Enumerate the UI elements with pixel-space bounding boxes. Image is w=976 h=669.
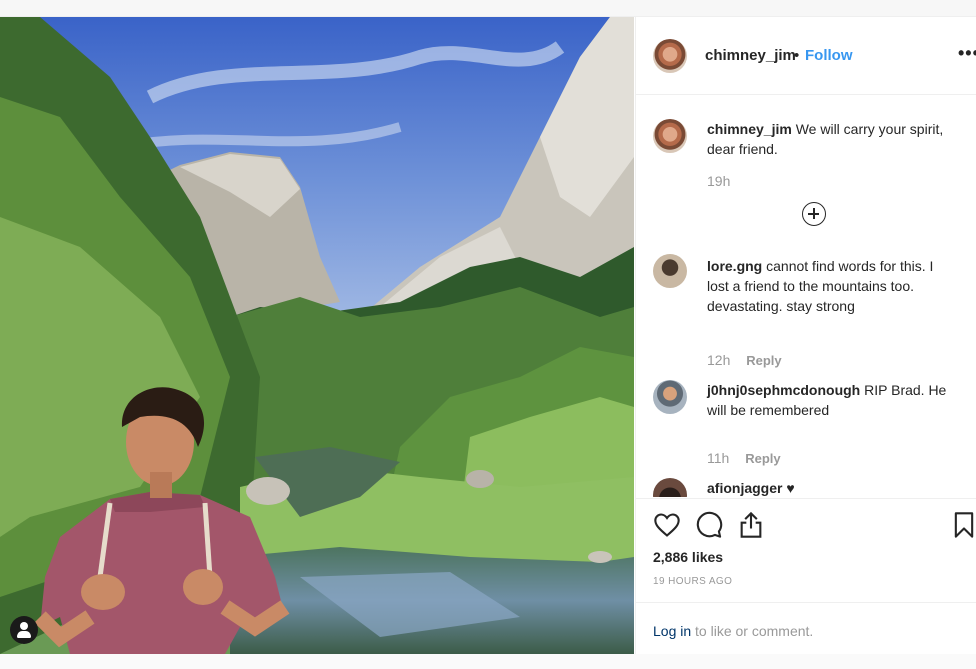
commenter-avatar[interactable]: [653, 119, 687, 153]
commenter-avatar[interactable]: [653, 478, 687, 497]
mountain-lake-scene: [0, 17, 634, 654]
likes-count[interactable]: 2,886 likes: [653, 549, 723, 565]
commenter-avatar[interactable]: [653, 380, 687, 414]
plus-circle-icon[interactable]: [802, 202, 826, 226]
comment-meta: 12h Reply: [707, 352, 782, 368]
more-options-icon[interactable]: •••: [958, 43, 976, 64]
comment-time: 11h: [707, 450, 730, 466]
post-actions: 2,886 likes 19 HOURS AGO: [636, 498, 976, 603]
login-text: Log in to like or comment.: [653, 623, 813, 639]
comment-body: ♥: [786, 480, 795, 496]
comment-time: 12h: [707, 352, 731, 368]
login-rest-text: to like or comment.: [691, 623, 814, 639]
comments-list: chimney_jim We will carry your spirit, d…: [636, 95, 976, 497]
author-avatar[interactable]: [653, 39, 687, 73]
author-username[interactable]: chimney_jim: [705, 47, 796, 64]
comment-text: lore.gng cannot find words for this. I l…: [707, 256, 957, 316]
comment-username[interactable]: j0hnj0sephmcdonough: [707, 382, 860, 398]
post-timestamp: 19 HOURS AGO: [653, 576, 733, 587]
reply-button[interactable]: Reply: [745, 451, 780, 466]
post-sidebar: chimney_jim • Follow ••• chimney_jim We …: [635, 17, 976, 654]
post-photo: [0, 17, 634, 654]
heart-icon[interactable]: [653, 511, 681, 539]
comment-username[interactable]: afionjagger: [707, 480, 782, 496]
comment-meta: 19h: [707, 173, 730, 189]
bookmark-icon[interactable]: [950, 511, 976, 539]
separator-dot: •: [794, 47, 800, 64]
browser-top-strip: [0, 0, 976, 16]
comment-icon[interactable]: [695, 511, 723, 539]
comment-text: j0hnj0sephmcdonough RIP Brad. He will be…: [707, 380, 957, 420]
comment-username[interactable]: chimney_jim: [707, 121, 792, 137]
share-icon[interactable]: [737, 511, 765, 539]
comment-text: afionjagger ♥: [707, 478, 957, 497]
login-link[interactable]: Log in: [653, 623, 691, 639]
post-header: chimney_jim • Follow •••: [636, 17, 976, 95]
page-bottom-strip: [0, 654, 976, 669]
comment-time: 19h: [707, 173, 731, 189]
commenter-avatar[interactable]: [653, 254, 687, 288]
comment-text: chimney_jim We will carry your spirit, d…: [707, 119, 957, 159]
user-tag-icon[interactable]: [10, 616, 38, 644]
comment-username[interactable]: lore.gng: [707, 258, 762, 274]
follow-button[interactable]: Follow: [805, 47, 853, 64]
instagram-post: chimney_jim • Follow ••• chimney_jim We …: [0, 16, 976, 655]
reply-button[interactable]: Reply: [746, 353, 781, 368]
comment-meta: 11h Reply: [707, 450, 781, 466]
login-prompt: Log in to like or comment.: [636, 602, 976, 655]
